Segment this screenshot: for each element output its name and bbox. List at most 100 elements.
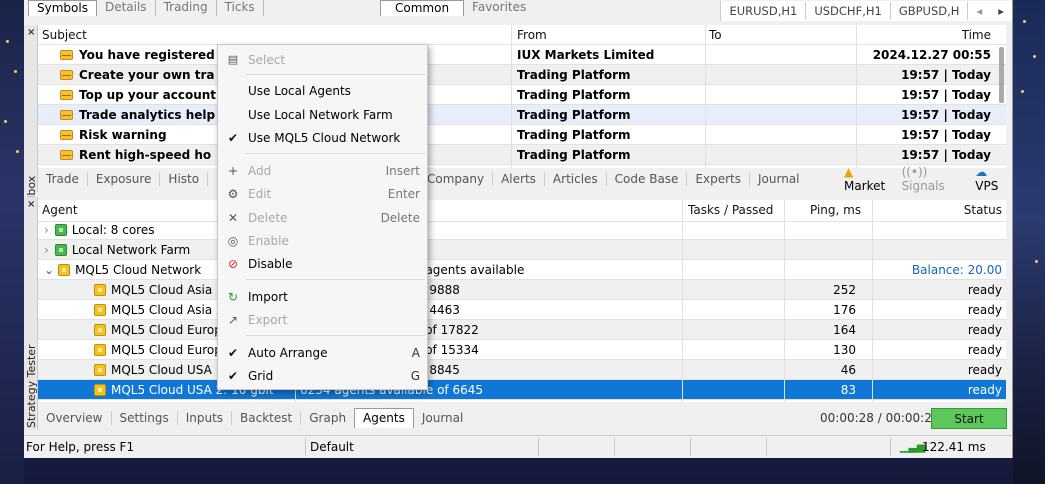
menu-item-import[interactable]: ↻ Import <box>218 286 427 308</box>
table-header: Subject From To Time <box>38 25 1006 45</box>
menu-item-use-local-agents[interactable]: Use Local Agents <box>218 80 427 102</box>
tab-company[interactable]: Company <box>418 172 494 186</box>
menu-item-use-mql5-cloud[interactable]: ✔ Use MQL5 Cloud Network <box>218 127 427 149</box>
chart-tab-next-icon[interactable]: ▸ <box>990 2 1012 20</box>
menu-item-export[interactable]: ↗ Export <box>218 309 427 331</box>
export-icon: ↗ <box>227 313 239 327</box>
check-circle-icon: ◎ <box>227 234 239 248</box>
column-subject[interactable]: Subject <box>42 25 87 44</box>
agent-row[interactable]: MQL5 Cloud Asia 1: of 9888 252 ready <box>38 280 1006 300</box>
tab-articles[interactable]: Articles <box>545 172 607 186</box>
tab-common[interactable]: Common <box>380 0 465 16</box>
envelope-icon <box>60 70 73 80</box>
toolbox-sidebar: × Toolbox <box>24 25 38 217</box>
menu-item-use-local-network-farm[interactable]: Use Local Network Farm <box>218 104 427 126</box>
tab-details[interactable]: Details <box>97 0 156 16</box>
table-row[interactable]: You have registered IUX Markets Limited … <box>38 45 1006 65</box>
cpu-chip-icon <box>94 304 106 316</box>
group-row-farm[interactable]: › Local Network Farm <box>38 240 1006 260</box>
connection-ping: 122.41 ms <box>922 440 986 454</box>
tab-backtest[interactable]: Backtest <box>232 411 302 425</box>
chart-tab-gbpusd[interactable]: GBPUSD,H <box>891 2 969 20</box>
agent-row[interactable]: MQL5 Cloud Europe e of 17822 164 ready <box>38 320 1006 340</box>
menu-item-delete[interactable]: ✕ Delete Delete <box>218 207 427 229</box>
tester-sidebar: × Strategy Tester <box>24 197 38 430</box>
menu-item-add[interactable]: + Add Insert <box>218 160 427 182</box>
start-button[interactable]: Start <box>931 408 1007 429</box>
prohibited-icon: ⊘ <box>227 257 239 271</box>
tab-history[interactable]: Histo <box>160 172 209 186</box>
toolbox-tabs: Trade Exposure Histo Company Alerts Arti… <box>38 165 1006 193</box>
profile-name: Default <box>310 440 354 454</box>
close-icon[interactable]: × <box>27 199 35 210</box>
tab-code-base[interactable]: Code Base <box>607 172 688 186</box>
signals-link[interactable]: ((•)) Signals <box>902 165 966 193</box>
agent-row[interactable]: MQL5 Cloud Asia 2: of 4463 176 ready <box>38 300 1006 320</box>
chevron-right-icon[interactable]: › <box>44 223 49 237</box>
market-watch-tabs: Symbols Details Trading Ticks <box>28 0 264 16</box>
table-row[interactable]: Rent high-speed ho Trading Platform 19:5… <box>38 145 1006 165</box>
envelope-icon <box>60 130 73 140</box>
tab-experts[interactable]: Experts <box>687 172 751 186</box>
table-row[interactable]: Trade analytics help Trading Platform 19… <box>38 105 1006 125</box>
column-ping[interactable]: Ping, ms <box>810 200 861 221</box>
tab-journal[interactable]: Journal <box>414 411 472 425</box>
table-row[interactable]: Create your own tra Trading Platform 19:… <box>38 65 1006 85</box>
tab-symbols[interactable]: Symbols <box>28 0 97 16</box>
scrollbar-thumb[interactable] <box>999 47 1004 103</box>
group-row-cloud[interactable]: ⌄ MQL5 Cloud Network 7 agents available B… <box>38 260 1006 280</box>
tab-favorites[interactable]: Favorites <box>464 0 534 16</box>
tab-inputs[interactable]: Inputs <box>178 411 233 425</box>
help-text: For Help, press F1 <box>26 440 135 454</box>
tab-overview[interactable]: Overview <box>38 411 112 425</box>
column-status[interactable]: Status <box>964 200 1002 221</box>
tab-settings[interactable]: Settings <box>112 411 178 425</box>
menu-item-edit[interactable]: ⚙ Edit Enter <box>218 183 427 205</box>
signals-icon: ((•)) <box>901 165 928 179</box>
menu-item-select[interactable]: ▤ Select <box>218 49 427 71</box>
tab-alerts[interactable]: Alerts <box>493 172 545 186</box>
chart-tab-eurusd[interactable]: EURUSD,H1 <box>721 2 807 20</box>
column-time[interactable]: Time <box>962 25 991 44</box>
desktop-background-left <box>0 0 24 484</box>
column-tasks[interactable]: Tasks / Passed <box>688 200 773 221</box>
chevron-down-icon[interactable]: ⌄ <box>44 263 54 277</box>
close-icon: ✕ <box>227 211 239 225</box>
agent-row[interactable]: MQL5 Cloud USA 1: of 8845 46 ready <box>38 360 1006 380</box>
menu-item-disable[interactable]: ⊘ Disable <box>218 253 427 275</box>
market-bag-icon: ▲ <box>844 165 854 179</box>
cpu-chip-icon <box>94 284 106 296</box>
table-row[interactable]: Risk warning Trading Platform 19:57 | To… <box>38 125 1006 145</box>
column-to[interactable]: To <box>709 25 722 44</box>
column-from[interactable]: From <box>517 25 547 44</box>
tab-exposure[interactable]: Exposure <box>88 172 161 186</box>
envelope-icon <box>60 90 73 100</box>
table-header: Agent Tasks / Passed Ping, ms Status <box>38 200 1006 222</box>
group-row-local[interactable]: › Local: 8 cores <box>38 220 1006 240</box>
chart-tab-prev-icon[interactable]: ◂ <box>968 2 990 20</box>
tab-journal[interactable]: Journal <box>750 172 808 186</box>
agent-row-selected[interactable]: MQL5 Cloud USA 2: 10 gbit 6234 agents av… <box>38 380 1006 400</box>
tab-agents[interactable]: Agents <box>354 408 414 428</box>
terminal-window: Symbols Details Trading Ticks Common Fav… <box>24 0 1013 458</box>
menu-item-enable[interactable]: ◎ Enable <box>218 230 427 252</box>
agents-table: Agent Tasks / Passed Ping, ms Status › Lo… <box>38 200 1006 402</box>
chart-tab-usdchf[interactable]: USDCHF,H1 <box>806 2 891 20</box>
market-link[interactable]: ▲ Market <box>844 165 892 193</box>
column-agent[interactable]: Agent <box>42 200 78 221</box>
menu-item-grid[interactable]: ✔ Grid G <box>218 365 427 387</box>
checkmark-icon: ✔ <box>227 131 239 145</box>
tab-trade[interactable]: Trade <box>38 172 88 186</box>
close-icon[interactable]: × <box>27 27 35 38</box>
tab-graph[interactable]: Graph <box>301 411 354 425</box>
menu-item-auto-arrange[interactable]: ✔ Auto Arrange A <box>218 342 427 364</box>
tab-trading[interactable]: Trading <box>156 0 217 16</box>
table-row[interactable]: Top up your account Trading Platform 19:… <box>38 85 1006 105</box>
cpu-chip-icon <box>54 224 67 236</box>
vps-link[interactable]: ☁VPS <box>975 165 1006 193</box>
tab-ticks[interactable]: Ticks <box>217 0 264 16</box>
chevron-right-icon[interactable]: › <box>44 243 49 257</box>
gear-icon: ⚙ <box>227 187 239 201</box>
agent-row[interactable]: MQL5 Cloud Europe e of 15334 130 ready <box>38 340 1006 360</box>
cpu-chip-icon <box>94 344 106 356</box>
